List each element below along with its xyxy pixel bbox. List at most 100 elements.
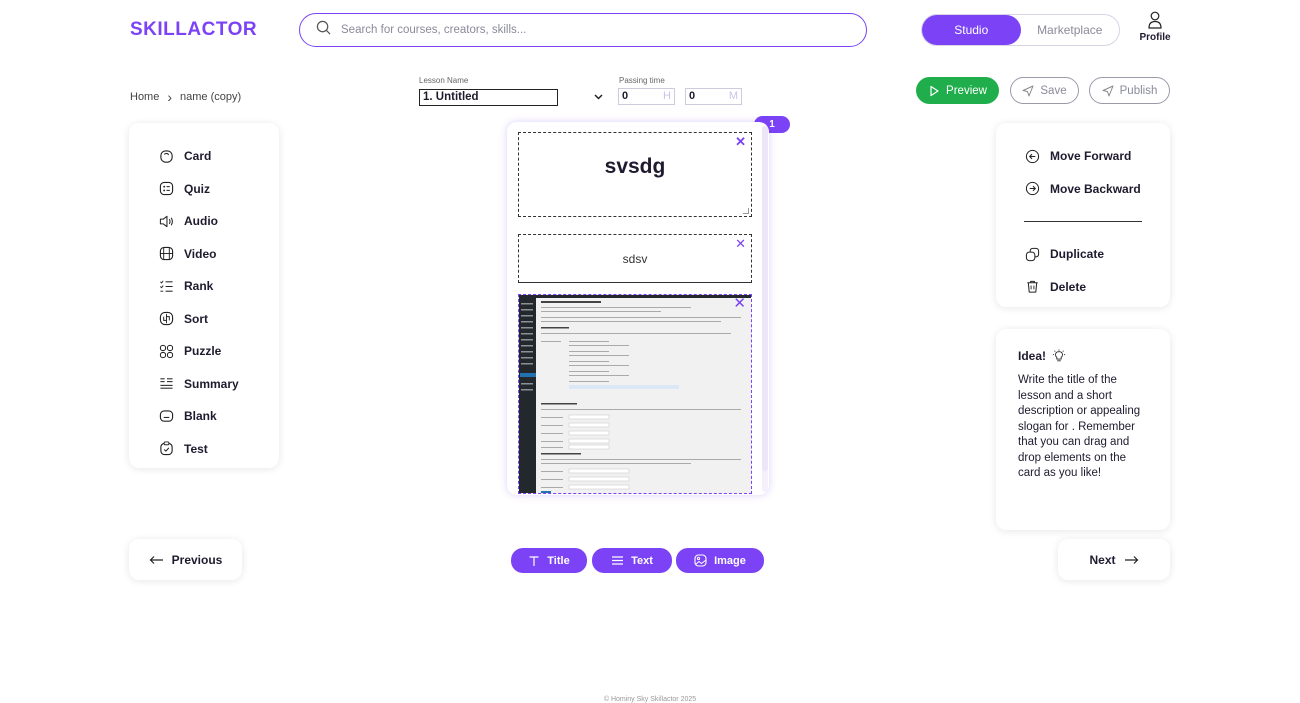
arrow-right-icon — [1124, 555, 1138, 564]
user-icon — [1148, 11, 1162, 29]
tool-label: Summary — [184, 376, 239, 391]
close-icon[interactable]: ✕ — [733, 296, 746, 311]
move-backward-button[interactable]: Move Backward — [996, 173, 1170, 206]
resize-handle[interactable] — [743, 208, 749, 214]
add-title-label: Title — [547, 554, 570, 567]
divider — [1024, 221, 1142, 222]
search-icon — [316, 20, 331, 40]
tool-video[interactable]: Video — [129, 238, 279, 271]
next-label: Next — [1089, 552, 1116, 567]
chevron-right-icon: › — [167, 89, 173, 105]
next-button[interactable]: Next — [1058, 539, 1170, 580]
passing-minutes-input[interactable]: 0 M — [685, 88, 742, 105]
previous-button[interactable]: Previous — [129, 539, 242, 580]
lightbulb-icon — [1052, 349, 1066, 362]
add-text-label: Text — [631, 554, 653, 567]
tab-studio[interactable]: Studio — [922, 15, 1021, 45]
tool-label: Audio — [184, 214, 218, 229]
card-image-element[interactable]: ✕ — [518, 294, 752, 494]
tool-test[interactable]: Test — [129, 433, 279, 466]
breadcrumb: Home › name (copy) — [130, 89, 241, 105]
tool-summary[interactable]: Summary — [129, 368, 279, 401]
idea-heading: Idea! — [1018, 349, 1148, 363]
hours-unit: H — [663, 90, 671, 102]
card-icon — [158, 148, 174, 164]
tool-rank[interactable]: Rank — [129, 270, 279, 303]
tool-label: Quiz — [184, 181, 210, 196]
idea-title: Idea! — [1018, 349, 1047, 363]
tool-quiz[interactable]: Quiz — [129, 173, 279, 206]
minutes-value[interactable]: 0 — [689, 90, 695, 102]
app-logo[interactable]: SKILLACTOR — [130, 19, 257, 41]
publish-button[interactable]: Publish — [1089, 77, 1170, 104]
tool-label: Video — [184, 246, 217, 261]
text-lines-icon — [612, 556, 624, 565]
chevron-down-icon[interactable] — [594, 92, 603, 103]
search-bar[interactable] — [299, 13, 867, 47]
card-canvas[interactable]: svsdg ✕ sdsv ✕ ✕ — [507, 122, 769, 495]
tool-blank[interactable]: Blank — [129, 400, 279, 433]
arrow-right-circle-icon — [1024, 181, 1040, 197]
image-icon — [694, 554, 707, 567]
puzzle-icon — [158, 343, 174, 359]
close-icon[interactable]: ✕ — [735, 135, 746, 148]
breadcrumb-current: name (copy) — [180, 91, 242, 103]
tool-label: Test — [184, 441, 208, 456]
move-forward-label: Move Forward — [1050, 149, 1132, 164]
card-body-text[interactable]: sdsv — [623, 252, 648, 266]
screenshot-image — [519, 295, 751, 493]
lesson-name-label: Lesson Name — [419, 76, 469, 85]
copyright-text: © Hominy Sky Skillactor 2025 — [603, 696, 697, 703]
video-icon — [158, 246, 174, 262]
profile-label: Profile — [1139, 32, 1171, 43]
play-icon — [930, 85, 939, 96]
tool-puzzle[interactable]: Puzzle — [129, 335, 279, 368]
add-text-button[interactable]: Text — [592, 548, 672, 573]
move-forward-button[interactable]: Move Forward — [996, 140, 1170, 173]
trash-icon — [1024, 279, 1040, 295]
arrow-left-icon — [149, 555, 163, 564]
passing-hours-input[interactable]: 0 H — [618, 88, 675, 105]
preview-button[interactable]: Preview — [916, 77, 999, 104]
tool-label: Card — [184, 149, 212, 164]
add-image-label: Image — [714, 554, 746, 567]
duplicate-button[interactable]: Duplicate — [996, 238, 1170, 271]
card-title-text[interactable]: svsdg — [605, 155, 666, 216]
tool-label: Puzzle — [184, 344, 222, 359]
close-icon[interactable]: ✕ — [735, 237, 746, 250]
add-image-button[interactable]: Image — [676, 548, 764, 573]
tool-label: Blank — [184, 409, 217, 424]
rank-icon — [158, 278, 174, 294]
publish-label: Publish — [1119, 84, 1158, 97]
previous-label: Previous — [171, 552, 223, 567]
search-input[interactable] — [341, 24, 841, 36]
scrollbar-thumb[interactable] — [762, 126, 768, 471]
tool-sort[interactable]: Sort — [129, 303, 279, 336]
duplicate-icon — [1024, 246, 1040, 262]
lesson-name-select[interactable]: 1. Untitled — [419, 88, 609, 106]
test-icon — [158, 441, 174, 457]
preview-label: Preview — [946, 84, 987, 97]
delete-button[interactable]: Delete — [996, 271, 1170, 304]
move-backward-label: Move Backward — [1050, 181, 1141, 196]
idea-tip-panel: Idea! Write the title of the lesson and … — [996, 329, 1170, 530]
save-label: Save — [1040, 84, 1067, 97]
hours-value[interactable]: 0 — [622, 90, 628, 102]
tab-marketplace[interactable]: Marketplace — [1021, 15, 1120, 45]
add-title-button[interactable]: Title — [511, 548, 587, 573]
card-title-element[interactable]: svsdg ✕ — [518, 132, 752, 217]
breadcrumb-home[interactable]: Home — [130, 91, 159, 103]
element-tools-panel: Card Quiz Audio Video Rank Sort Puzzle S… — [129, 123, 279, 468]
mode-toggle[interactable]: Studio Marketplace — [921, 14, 1120, 46]
arrow-left-circle-icon — [1024, 148, 1040, 164]
profile-button[interactable]: Profile — [1138, 11, 1172, 43]
tool-audio[interactable]: Audio — [129, 205, 279, 238]
card-text-element[interactable]: sdsv ✕ — [518, 234, 752, 283]
save-button[interactable]: Save — [1010, 77, 1079, 104]
tool-card[interactable]: Card — [129, 140, 279, 173]
passing-time-label: Passing time — [619, 76, 665, 85]
idea-text: Write the title of the lesson and a shor… — [1018, 374, 1141, 479]
send-icon — [1102, 85, 1114, 96]
quiz-icon — [158, 181, 174, 197]
lesson-name-value[interactable]: 1. Untitled — [419, 88, 558, 106]
